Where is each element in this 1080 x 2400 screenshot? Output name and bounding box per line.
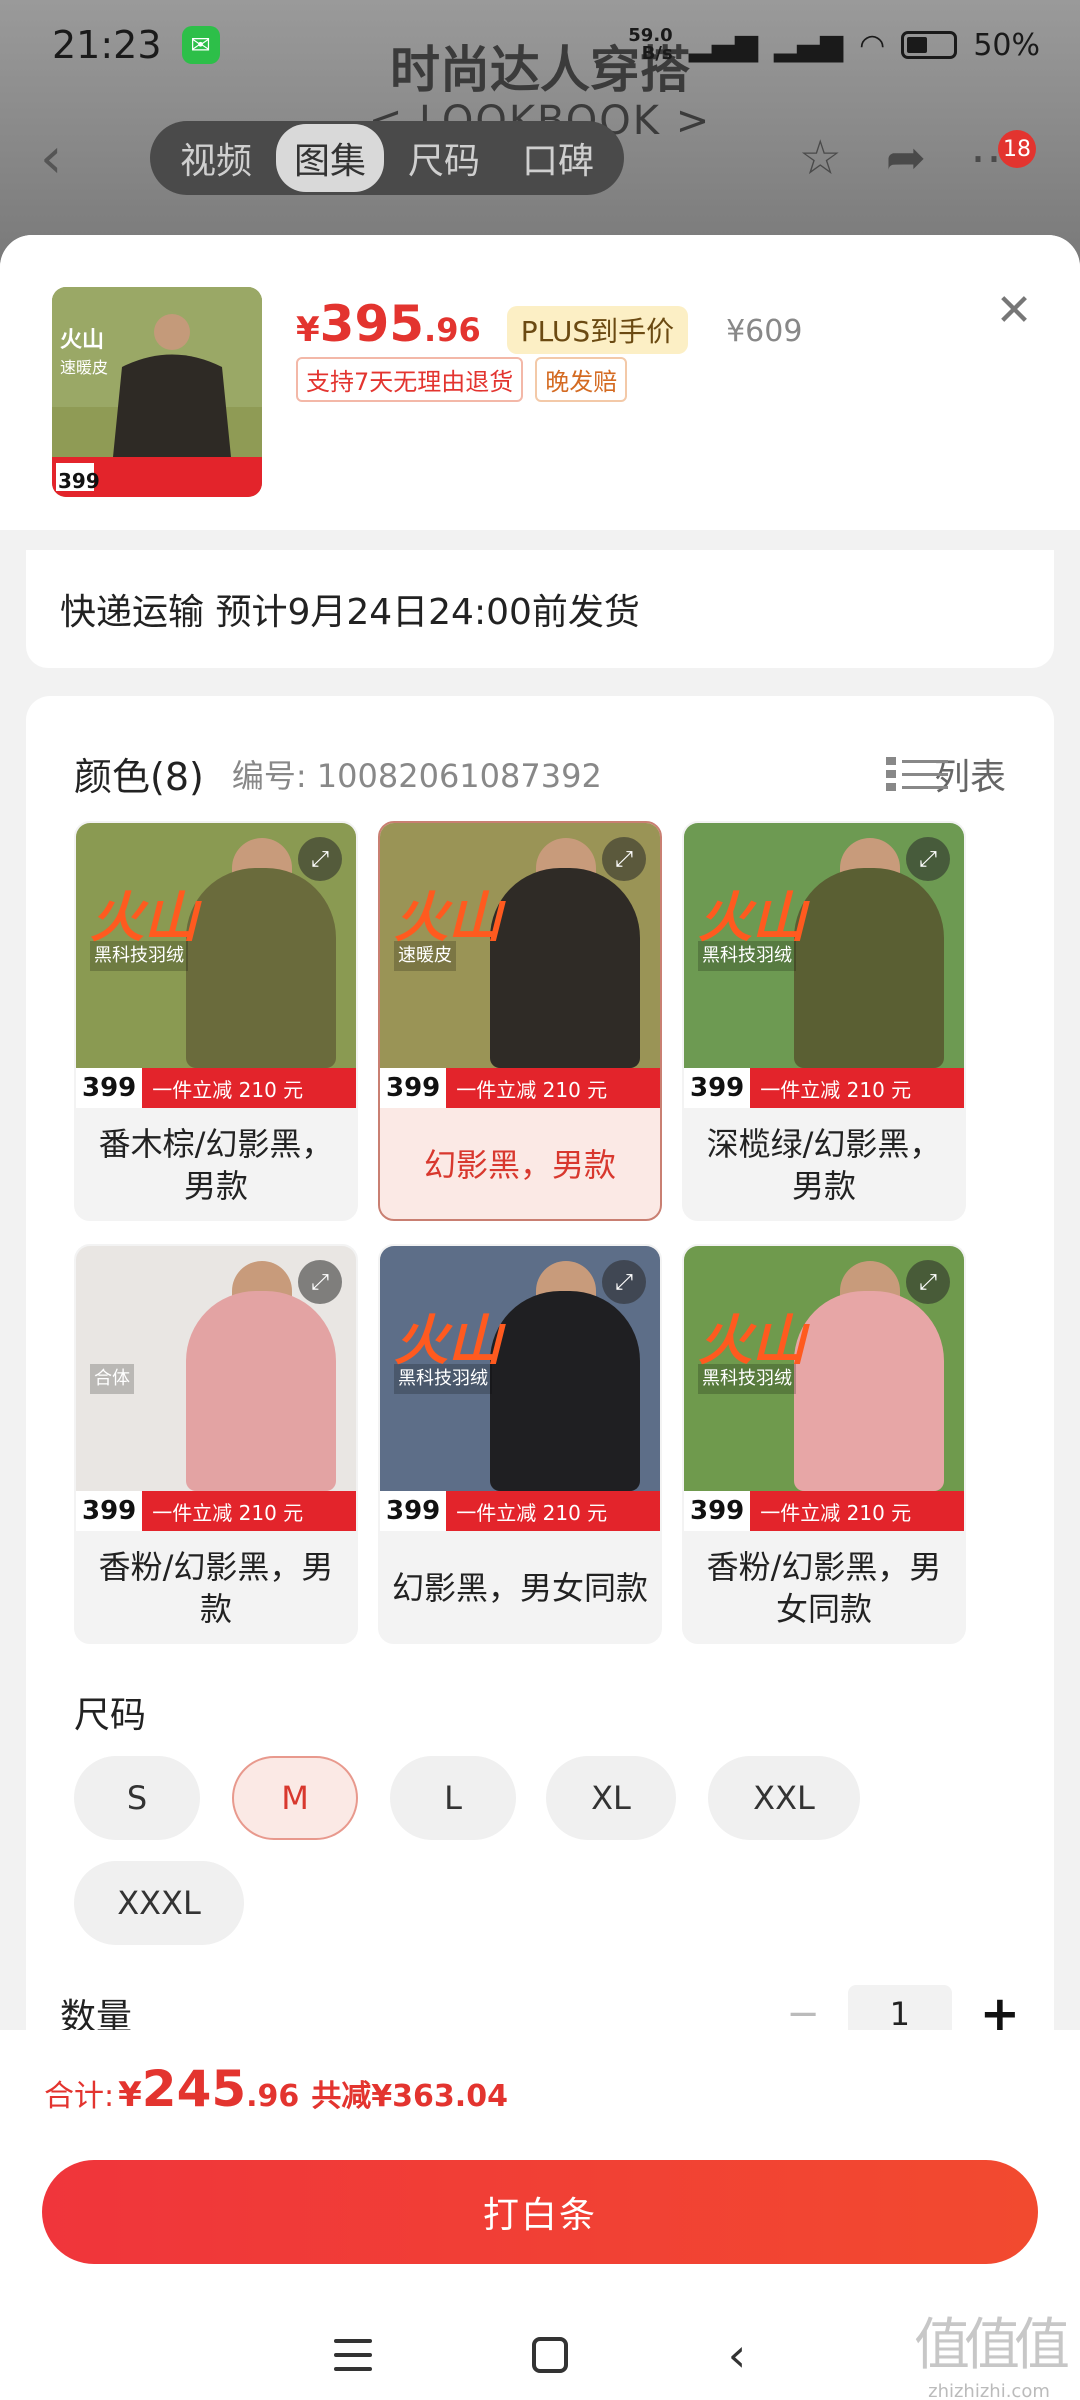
expand-icon[interactable]: ⤢ [298, 837, 342, 881]
promo-strip: 399 一件立减 210 元 [380, 1068, 660, 1108]
close-icon[interactable]: ✕ [984, 285, 1044, 336]
color-option[interactable]: 火山 速暖皮 399 一件立减 210 元 ⤢ 幻影黑，男款 [378, 821, 662, 1221]
promo-strip: 399 一件立减 210 元 [76, 1068, 356, 1108]
size-option[interactable]: M [232, 1756, 358, 1840]
color-option[interactable]: 火山 黑科技羽绒 399 一件立减 210 元 ⤢ 幻影黑，男女同款 [378, 1244, 662, 1644]
color-option-label: 香粉/幻影黑，男女同款 [706, 1548, 942, 1628]
signal-icon-2: ▂▄▆ [773, 27, 844, 63]
late-delivery-tag: 晚发赔 [535, 357, 628, 402]
service-tags: 支持7天无理由退货 晚发赔 [296, 357, 628, 402]
total-price: 245 [141, 2060, 247, 2118]
size-option[interactable]: XXL [708, 1756, 860, 1840]
color-option[interactable]: 火山 黑科技羽绒 399 一件立减 210 元 ⤢ 深榄绿/幻影黑，男款 [682, 821, 966, 1221]
promo-sub-text: 速暖皮 [394, 941, 456, 971]
color-option-label: 深榄绿/幻影黑，男款 [706, 1125, 942, 1205]
back-icon[interactable]: ‹ [40, 126, 100, 191]
expand-icon[interactable]: ⤢ [602, 1260, 646, 1304]
color-option-label: 幻影黑，男女同款 [391, 1569, 648, 1607]
price-row: ¥ 395 .96 PLUS到手价 ¥609 [296, 295, 803, 354]
wifi-icon: ◠ [859, 27, 886, 63]
more-icon[interactable]: ⋯ 18 [970, 130, 1040, 186]
expand-icon[interactable]: ⤢ [298, 1260, 342, 1304]
expand-icon[interactable]: ⤢ [906, 837, 950, 881]
size-option[interactable]: L [390, 1756, 516, 1840]
original-price: ¥609 [726, 314, 803, 349]
tab-video[interactable]: 视频 [162, 124, 270, 192]
promo-sub-text: 黑科技羽绒 [90, 941, 188, 971]
media-tabs: 视频 图集 尺码 口碑 [150, 121, 625, 195]
share-icon[interactable]: ➦ [886, 130, 926, 186]
tab-gallery[interactable]: 图集 [276, 124, 385, 192]
color-option[interactable]: 火山 黑科技羽绒 399 一件立减 210 元 ⤢ 番木棕/幻影黑，男款 [74, 821, 358, 1221]
status-bar: 21:23 ✉ 59.0 B/s ▂▄▆ ▂▄▆ ◠ 50% [0, 0, 1080, 90]
color-option-label: 香粉/幻影黑，男款 [98, 1548, 334, 1628]
promo-strip: 399 一件立减 210 元 [684, 1491, 964, 1531]
net-speed: 59.0 B/s [628, 25, 673, 64]
system-back-icon[interactable]: ‹ [728, 2328, 746, 2382]
battery-level: 50% [973, 27, 1040, 63]
color-option-image: 火山 黑科技羽绒 399 一件立减 210 元 ⤢ [76, 823, 356, 1108]
total-row: 合计: ¥ 245 .96 共减¥363.04 [44, 2060, 508, 2118]
total-saving: 共减¥363.04 [311, 2079, 508, 2114]
svg-text:速暖皮: 速暖皮 [60, 358, 108, 377]
color-option-image: 火山 速暖皮 399 一件立减 210 元 ⤢ [380, 823, 660, 1108]
color-option-label: 番木棕/幻影黑，男款 [98, 1125, 334, 1205]
color-option-image: 火山 黑科技羽绒 399 一件立减 210 元 ⤢ [684, 823, 964, 1108]
size-option[interactable]: S [74, 1756, 200, 1840]
promo-sub-text: 黑科技羽绒 [394, 1364, 492, 1394]
size-option[interactable]: XXXL [74, 1861, 244, 1945]
color-option-image: 火山 黑科技羽绒 399 一件立减 210 元 ⤢ [684, 1246, 964, 1531]
promo-sub-text: 黑科技羽绒 [698, 1364, 796, 1394]
tab-reviews[interactable]: 口碑 [504, 124, 612, 192]
promo-sub-text: 合体 [90, 1364, 134, 1394]
message-badge: 18 [998, 130, 1036, 168]
signal-icon: ▂▄▆ [688, 27, 758, 63]
plus-price-badge: PLUS到手价 [506, 306, 689, 354]
watermark: 值值值 zhizhizhi.com [914, 2313, 1070, 2400]
product-thumbnail[interactable]: 火山 速暖皮 399 [52, 287, 262, 497]
promo-strip: 399 一件立减 210 元 [380, 1491, 660, 1531]
list-view-toggle[interactable]: 列表 [885, 748, 1006, 800]
sheet-header: 火山 速暖皮 399 ¥ 395 .96 PLUS到手价 ¥609 支持7天无理… [0, 235, 1080, 530]
promo-strip: 399 一件立减 210 元 [684, 1068, 964, 1108]
color-option[interactable]: 火山 黑科技羽绒 399 一件立减 210 元 ⤢ 香粉/幻影黑，男女同款 [682, 1244, 966, 1644]
promo-sub-text: 黑科技羽绒 [698, 941, 796, 971]
price-main: 395 [319, 295, 425, 353]
size-option[interactable]: XL [546, 1756, 676, 1840]
size-title: 尺码 [74, 1695, 147, 1736]
color-option-label: 幻影黑，男款 [423, 1146, 616, 1184]
shipping-info: 快递运输 预计9月24日24:00前发货 [26, 550, 1054, 668]
svg-text:火山: 火山 [60, 328, 104, 353]
battery-icon [901, 31, 958, 59]
home-icon[interactable] [531, 2337, 568, 2373]
color-option-image: 合体 399 一件立减 210 元 ⤢ [76, 1246, 356, 1531]
top-nav: ‹ 视频 图集 尺码 口碑 ☆ ➦ ⋯ 18 [40, 118, 1040, 198]
recents-icon[interactable] [333, 2339, 372, 2371]
options-card: 颜色(8) 编号: 10082061087392 列表 火山 黑科技羽绒 399 一件… [26, 696, 1054, 2096]
expand-icon[interactable]: ⤢ [906, 1260, 950, 1304]
color-option[interactable]: 合体 399 一件立减 210 元 ⤢ 香粉/幻影黑，男款 [74, 1244, 358, 1644]
star-icon[interactable]: ☆ [799, 130, 842, 186]
color-title: 颜色(8) [74, 755, 204, 799]
return-policy-tag: 支持7天无理由退货 [296, 357, 524, 402]
status-time: 21:23 [52, 23, 162, 67]
wechat-icon: ✉ [181, 26, 220, 64]
list-icon [885, 756, 948, 791]
product-code: 编号: 10082061087392 [231, 756, 602, 795]
promo-strip: 399 一件立减 210 元 [76, 1491, 356, 1531]
checkout-footer: 合计: ¥ 245 .96 共减¥363.04 打白条 ‹ 值值值 zhizhi… [0, 2030, 1080, 2400]
expand-icon[interactable]: ⤢ [602, 837, 646, 881]
tab-size[interactable]: 尺码 [390, 124, 498, 192]
color-option-image: 火山 黑科技羽绒 399 一件立减 210 元 ⤢ [380, 1246, 660, 1531]
buy-button[interactable]: 打白条 [42, 2160, 1038, 2264]
